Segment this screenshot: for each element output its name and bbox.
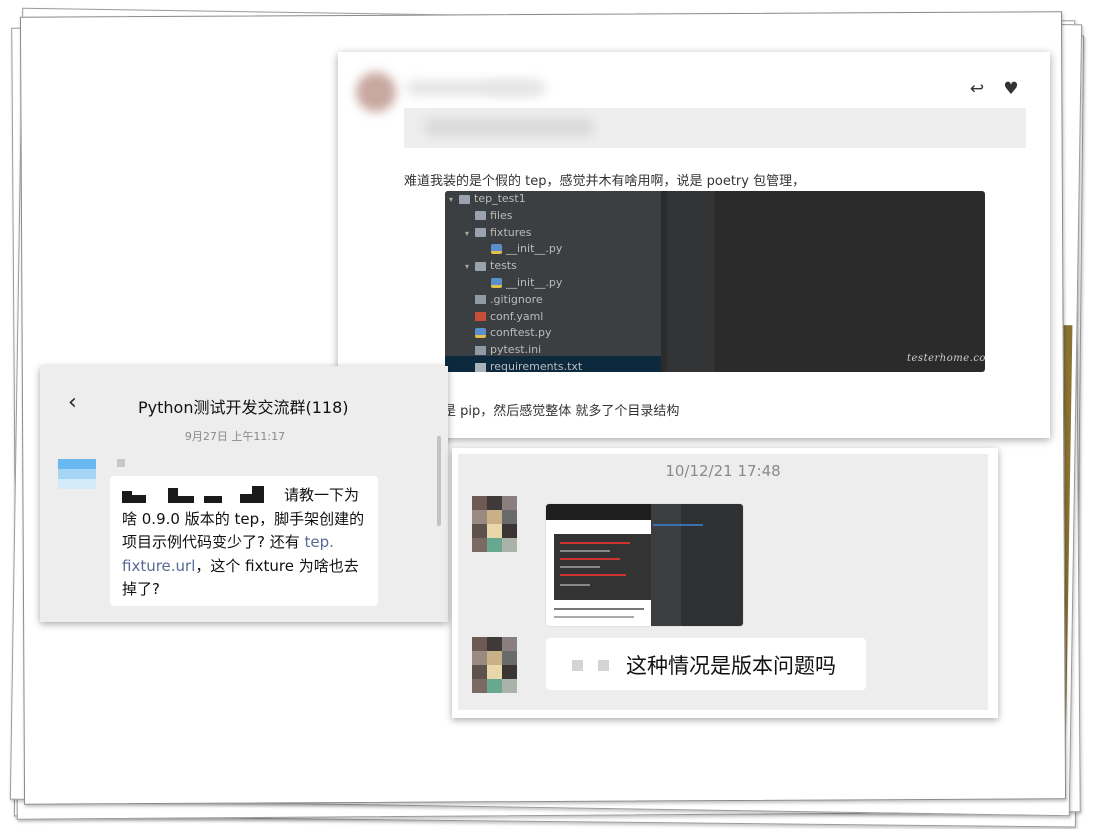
tree-item-label: __init__.py	[506, 276, 563, 289]
folder-icon	[475, 228, 486, 238]
scrollbar[interactable]	[437, 436, 441, 526]
message-text: 请教一下为 啥 0.9.0 版本的 tep，脚手架创建的 项目示例代码变少了? …	[122, 486, 365, 598]
thumb-line	[653, 524, 703, 526]
message-timestamp: 9月27日 上午11:17	[184, 430, 286, 443]
chat-card: 10/12/21 17:48 这种情况是版本问题吗	[452, 448, 998, 718]
tree-item[interactable]: ▾ tep_test1	[449, 191, 526, 207]
tree-item-label: tep_test1	[474, 192, 526, 205]
tree-item[interactable]: files	[465, 208, 512, 224]
tree-item[interactable]: requirements.txt	[465, 359, 582, 372]
yaml-file-icon	[475, 312, 486, 322]
tree-item[interactable]: ▾ tests	[465, 258, 517, 274]
folder-icon	[459, 194, 470, 204]
tree-item[interactable]: .gitignore	[465, 292, 543, 308]
back-chevron-icon[interactable]: ‹	[68, 392, 77, 414]
avatar[interactable]	[58, 459, 96, 497]
thumb-line	[554, 608, 644, 610]
thumb-line	[554, 616, 634, 618]
tree-item-label: files	[490, 208, 513, 222]
sender-name-pixelated	[117, 459, 125, 467]
message-bubble[interactable]: 这种情况是版本问题吗	[546, 638, 866, 690]
chat-area: 10/12/21 17:48 这种情况是版本问题吗	[458, 454, 988, 710]
thumb-titlebar	[546, 504, 652, 520]
pixelated-mention	[572, 660, 583, 671]
python-file-icon	[491, 278, 502, 288]
project-tree: ▾ tep_test1files ▾ fixtures __init__.py ▾ test…	[445, 191, 661, 372]
reply-icon[interactable]: ↩	[968, 80, 986, 98]
tree-item[interactable]: __init__.py	[481, 241, 562, 257]
group-chat-card: ‹ Python测试开发交流群(118) 9月27日 上午11:17 请教一下为…	[40, 366, 448, 622]
thumb-line	[560, 542, 630, 544]
thumb-line	[560, 550, 610, 552]
message-bubble[interactable]: 请教一下为 啥 0.9.0 版本的 tep，脚手架创建的 项目示例代码变少了? …	[110, 476, 378, 606]
tree-item[interactable]: conftest.py	[465, 325, 552, 341]
avatar[interactable]	[472, 637, 517, 694]
thumb-code-area	[554, 534, 652, 600]
image-message[interactable]	[546, 504, 743, 626]
chat-header: ‹ Python测试开发交流群(118)	[50, 376, 440, 426]
tree-item-label: .gitignore	[490, 292, 543, 306]
python-file-icon	[475, 328, 486, 339]
post-meta-blurred	[488, 82, 532, 94]
text-file-icon	[475, 362, 486, 372]
file-icon	[475, 295, 486, 305]
chevron-down-icon[interactable]: ▾	[449, 192, 459, 208]
thumb-line	[560, 558, 620, 560]
watermark: testerhome.com	[907, 353, 985, 364]
tree-item[interactable]: ▾ fixtures	[465, 225, 532, 241]
message-text: 这种情况是版本问题吗	[626, 654, 836, 678]
message-timestamp: 10/12/21 17:48	[665, 462, 781, 480]
thumb-line	[560, 574, 626, 576]
tree-item-label: requirements.txt	[490, 360, 583, 372]
chevron-down-icon[interactable]: ▾	[465, 259, 475, 275]
pixelated-mention	[598, 660, 609, 671]
python-file-icon	[491, 244, 502, 255]
tree-item-label: __init__.py	[506, 242, 563, 256]
tree-item-label: conf.yaml	[490, 309, 544, 323]
chevron-down-icon[interactable]: ▾	[465, 226, 475, 242]
editor-gutter	[667, 191, 714, 372]
file-icon	[475, 345, 486, 355]
tree-item[interactable]: conf.yaml	[465, 309, 543, 325]
thumb-line	[560, 584, 590, 586]
quoted-text-blurred	[424, 118, 594, 136]
folder-icon	[475, 261, 486, 271]
tree-item-label: tests	[490, 259, 517, 273]
folder-icon	[475, 211, 486, 221]
post-body-line: 难道我装的是个假的 tep，感觉并木有啥用啊，说是 poetry 包管理，	[404, 174, 806, 189]
thumb-tree-pane	[651, 504, 703, 626]
tree-item-label: pytest.ini	[490, 343, 542, 357]
avatar[interactable]	[356, 72, 396, 112]
group-title: Python测试开发交流群(118)	[138, 398, 349, 417]
thumb-line	[560, 566, 600, 568]
tree-item-label: fixtures	[490, 225, 532, 239]
heart-icon[interactable]: ♥	[1002, 80, 1020, 98]
avatar[interactable]	[472, 496, 517, 553]
tree-item[interactable]: __init__.py	[481, 275, 562, 291]
tree-item[interactable]: pytest.ini	[465, 342, 541, 358]
tree-item-label: conftest.py	[490, 326, 552, 340]
ide-screenshot[interactable]: ▾ tep_test1files ▾ fixtures __init__.py ▾ test…	[445, 191, 985, 372]
